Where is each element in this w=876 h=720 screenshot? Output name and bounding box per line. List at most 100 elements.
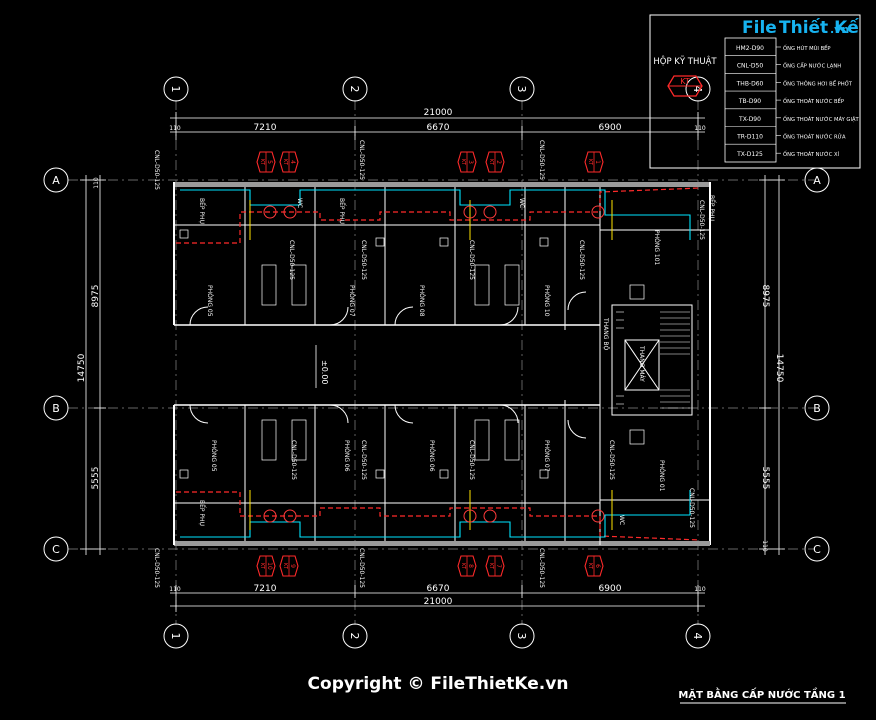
axis-label: C — [52, 543, 60, 556]
pipe-note: CNL-D50-125 — [608, 440, 615, 480]
kt-badge-label: KT — [587, 159, 593, 166]
legend-code: TX-D90 — [738, 116, 761, 123]
kt-badge-num: 9 — [289, 564, 296, 568]
dim-total-bottom: 21000 — [424, 597, 453, 607]
room-label: PHÒNG 05 — [206, 285, 213, 317]
room-label: PHÒNG 07 — [543, 440, 550, 472]
room-label: PHÒNG 08 — [418, 285, 425, 317]
legend-code: TR-D110 — [736, 134, 763, 141]
legend-code: TX-D125 — [736, 151, 763, 158]
room-label: BẾP PHỤ — [198, 500, 206, 526]
kt-badge: KT 1 — [584, 151, 604, 173]
pipe-note: CNL-D50-125 — [153, 548, 160, 588]
pipe-note: CNL-D50-125 — [468, 440, 475, 480]
building-walls — [173, 182, 711, 546]
room-label: WC — [296, 198, 303, 208]
legend-desc: ỐNG THÔNG HƠI BỂ PHỐT — [783, 79, 853, 87]
room-label: PHÒNG 06 — [343, 440, 350, 472]
kt-badge-label: KT — [460, 563, 466, 570]
dim-span: 7210 — [254, 123, 277, 133]
legend-code: TB-D90 — [738, 98, 761, 105]
dim-span: 5555 — [760, 467, 770, 490]
kt-badge-label: KT — [488, 563, 494, 570]
axis-bubbles-bottom: 1 2 3 4 — [163, 623, 711, 649]
axis-label: A — [813, 174, 821, 187]
kt-badge: KT 10 — [256, 555, 276, 577]
dim-span: 6670 — [427, 123, 450, 133]
room-label: BẾP PHỤ — [708, 195, 716, 221]
floor-plan-svg: 1 2 3 4 1 2 3 4 A B C A B C 21000 7210 6… — [43, 14, 861, 704]
stair-label: THANG BỘ — [602, 317, 609, 350]
dim-total-top: 21000 — [424, 108, 453, 118]
kt-badge: KT 9 — [279, 555, 299, 577]
elevator-label: THANG MÁY — [638, 345, 645, 382]
pipe-note: CNL-D50-125 — [358, 140, 365, 180]
dim-span: 8975 — [760, 285, 770, 308]
dimension-left: 14750 8975 5555 110 — [77, 175, 106, 555]
room-label: PHÒNG 01 — [658, 460, 665, 492]
grid-lines — [68, 100, 815, 625]
dim-edge: 110 — [169, 586, 181, 593]
kt-badge: KT 3 — [457, 151, 477, 173]
kt-badges-top: KT 5 KT 4 KT 3 KT 2 KT 1 — [256, 151, 604, 173]
pipe-note: CNL-D50-125 — [698, 200, 705, 240]
kt-badge-num: 7 — [495, 564, 502, 568]
room-label: PHÒNG 101 — [653, 230, 660, 266]
drawing-title: MẶT BẰNG CẤP NƯỚC TẦNG 1 — [678, 686, 845, 701]
legend-header: HỘP KỸ THUẬT — [653, 55, 717, 67]
kt-badge-label: KT — [259, 563, 265, 570]
axis-label: B — [52, 402, 60, 415]
legend-desc: ỐNG THOÁT NƯỚC XÍ — [783, 150, 840, 158]
kt-badge: KT 8 — [457, 555, 477, 577]
pipe-note: CNL-D50-125 — [288, 240, 295, 280]
kt-badge-num: 1 — [594, 160, 601, 164]
axis-label: 2 — [348, 86, 361, 93]
axis-bubbles-rows: A B C A B C — [43, 167, 830, 562]
kt-badges-bottom: KT 10 KT 9 KT 8 KT 7 KT 6 — [256, 555, 604, 577]
axis-label: 3 — [515, 86, 528, 93]
dim-total-right: 14750 — [774, 354, 784, 383]
pipe-note: CNL-D50-125 — [538, 140, 545, 180]
kt-badge-num: 10 — [266, 562, 273, 570]
room-label: BẾP PHỤ — [338, 198, 346, 224]
pipe-note: CNL-D50-125 — [688, 488, 695, 528]
dim-span: 5555 — [91, 467, 101, 490]
legend-row: TX-D125 ỐNG THOÁT NƯỚC XÍ — [725, 143, 840, 158]
axis-label: B — [813, 402, 821, 415]
room-label: WC — [618, 515, 625, 525]
axis-label: 1 — [169, 86, 182, 93]
legend-row: TR-D110 ỐNG THOÁT NƯỚC RỬA — [725, 126, 846, 141]
kt-badge: KT 4 — [279, 151, 299, 173]
pipe-note: CNL-D50-125 — [360, 440, 367, 480]
room-label: PHÒNG 06 — [428, 440, 435, 472]
room-label: PHÒNG 07 — [348, 285, 355, 317]
legend-badge: KT — [680, 77, 690, 86]
kt-badge-num: 5 — [266, 160, 273, 164]
legend-code: CNL-D50 — [737, 63, 764, 70]
legend-row: TB-D90 ỐNG THOÁT NƯỚC BẾP — [725, 90, 844, 105]
level-mark: ±0.00 — [320, 360, 329, 385]
water-supply-pipes — [176, 187, 701, 541]
kt-badge-num: 3 — [467, 160, 474, 164]
kt-badge: KT 7 — [485, 555, 505, 577]
axis-label: 2 — [348, 633, 361, 640]
axis-bubble-2-top: 2 — [342, 76, 368, 102]
filethietke-logo: File Thiết Kế .vn — [742, 17, 859, 38]
dim-span: 7210 — [254, 584, 277, 594]
legend-desc: ỐNG HÚT MÙI BẾP — [783, 44, 831, 52]
pipe-note: CNL-D50-125 — [538, 548, 545, 588]
pipe-note: CNL-D50-125 — [290, 440, 297, 480]
axis-bubbles-top: 1 2 3 4 — [163, 76, 711, 102]
legend-code: THB-D60 — [736, 80, 764, 87]
legend-row: CNL-D50 ỐNG CẤP NƯỚC LẠNH — [725, 55, 841, 70]
room-label: BẾP PHỤ — [198, 198, 206, 224]
kt-badge: KT 5 — [256, 151, 276, 173]
dim-total-left: 14750 — [77, 353, 87, 382]
dimension-bottom: 7210 6670 6900 21000 110 110 — [169, 584, 706, 612]
kt-badge-num: 2 — [495, 160, 502, 164]
dim-span: 6900 — [599, 123, 622, 133]
logo-part: File — [742, 18, 777, 38]
room-label: WC — [518, 198, 525, 208]
dim-edge: 110 — [761, 540, 768, 552]
room-label: PHÒNG 05 — [210, 440, 217, 472]
